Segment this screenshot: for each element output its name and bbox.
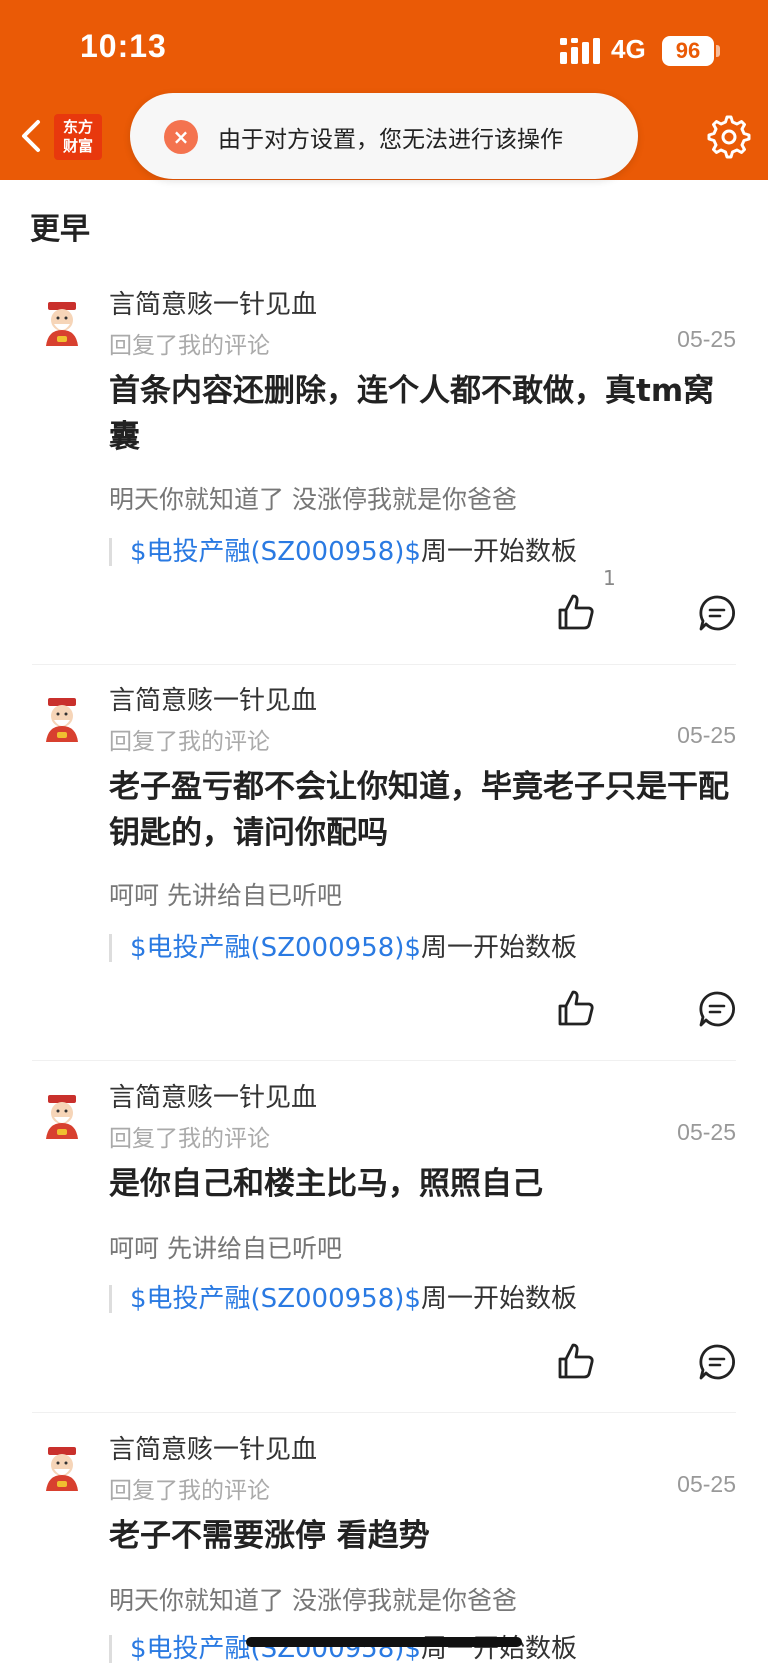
original-post: $电投产融(SZ000958)$周一开始数板 xyxy=(109,934,577,962)
reply-content: 老子不需要涨停 看趋势 xyxy=(109,1518,430,1554)
list-item[interactable]: 言简意赅一针见血 回复了我的评论 05-25 是你自己和楼主比马，照照自己 呵呵… xyxy=(0,1077,768,1407)
original-post: $电投产融(SZ000958)$周一开始数板 xyxy=(109,1285,577,1313)
original-post: $电投产融(SZ000958)$周一开始数板 xyxy=(109,538,577,566)
reply-content: 首条内容还删除，连个人都不敢做，真tm窝囊 xyxy=(109,373,715,455)
date: 05-25 xyxy=(677,326,736,352)
avatar[interactable] xyxy=(38,1445,86,1493)
divider xyxy=(32,1060,736,1061)
gear-icon[interactable] xyxy=(704,112,754,162)
avatar[interactable] xyxy=(38,300,86,348)
like-icon[interactable] xyxy=(556,592,596,632)
toast-text: 由于对方设置，您无法进行该操作 xyxy=(218,127,563,153)
author-name[interactable]: 言简意赅一针见血 xyxy=(109,680,317,717)
action-text: 回复了我的评论 xyxy=(109,333,270,359)
post-text: 周一开始数板 xyxy=(420,537,577,567)
my-comment-quote: 呵呵 先讲给自已听吧 xyxy=(109,1234,342,1263)
divider xyxy=(32,1412,736,1413)
logo-line1: 东方 xyxy=(62,118,93,136)
stock-link[interactable]: $电投产融(SZ000958)$ xyxy=(130,933,421,963)
action-text: 回复了我的评论 xyxy=(109,729,270,755)
section-title: 更早 xyxy=(30,212,90,247)
like-count: 1 xyxy=(603,566,616,590)
battery-tip xyxy=(716,45,720,57)
list-item[interactable]: 言简意赅一针见血 回复了我的评论 05-25 首条内容还删除，连个人都不敢做，真… xyxy=(0,284,768,664)
stock-link[interactable]: $电投产融(SZ000958)$ xyxy=(130,1284,421,1314)
signal-icon xyxy=(560,38,600,64)
error-icon: × xyxy=(164,120,198,154)
date: 05-25 xyxy=(677,722,736,748)
divider xyxy=(32,664,736,665)
app-logo[interactable]: 东方 财富 xyxy=(54,114,102,160)
date: 05-25 xyxy=(677,1471,736,1497)
my-comment-quote: 明天你就知道了 没涨停我就是你爸爸 xyxy=(109,1586,517,1615)
reply-content: 老子盈亏都不会让你知道，毕竟老子只是干配钥匙的，请问你配吗 xyxy=(109,769,729,851)
like-icon[interactable] xyxy=(556,1341,596,1381)
list-item[interactable]: 言简意赅一针见血 回复了我的评论 05-25 老子不需要涨停 看趋势 明天你就知… xyxy=(0,1429,768,1663)
comment-icon[interactable] xyxy=(698,594,736,632)
action-text: 回复了我的评论 xyxy=(109,1126,270,1152)
comment-icon[interactable] xyxy=(698,1343,736,1381)
status-time: 10:13 xyxy=(80,28,167,64)
author-name[interactable]: 言简意赅一针见血 xyxy=(109,1077,317,1114)
date: 05-25 xyxy=(677,1119,736,1145)
avatar[interactable] xyxy=(38,696,86,744)
logo-line2: 财富 xyxy=(62,137,93,155)
home-indicator[interactable] xyxy=(246,1637,522,1647)
author-name[interactable]: 言简意赅一针见血 xyxy=(109,1429,317,1466)
toast-message: × 由于对方设置，您无法进行该操作 xyxy=(130,93,638,179)
like-icon[interactable] xyxy=(556,988,596,1028)
battery-indicator: 96 xyxy=(662,36,714,66)
reply-content: 是你自己和楼主比马，照照自己 xyxy=(109,1166,543,1202)
back-arrow-icon[interactable] xyxy=(14,112,48,160)
comment-icon[interactable] xyxy=(698,990,736,1028)
my-comment-quote: 明天你就知道了 没涨停我就是你爸爸 xyxy=(109,485,517,514)
post-text: 周一开始数板 xyxy=(420,933,577,963)
network-type: 4G xyxy=(611,34,646,64)
avatar[interactable] xyxy=(38,1093,86,1141)
list-item[interactable]: 言简意赅一针见血 回复了我的评论 05-25 老子盈亏都不会让你知道，毕竟老子只… xyxy=(0,680,768,1060)
post-text: 周一开始数板 xyxy=(420,1284,577,1314)
author-name[interactable]: 言简意赅一针见血 xyxy=(109,284,317,321)
stock-link[interactable]: $电投产融(SZ000958)$ xyxy=(130,537,421,567)
my-comment-quote: 呵呵 先讲给自已听吧 xyxy=(109,881,342,910)
action-text: 回复了我的评论 xyxy=(109,1478,270,1504)
